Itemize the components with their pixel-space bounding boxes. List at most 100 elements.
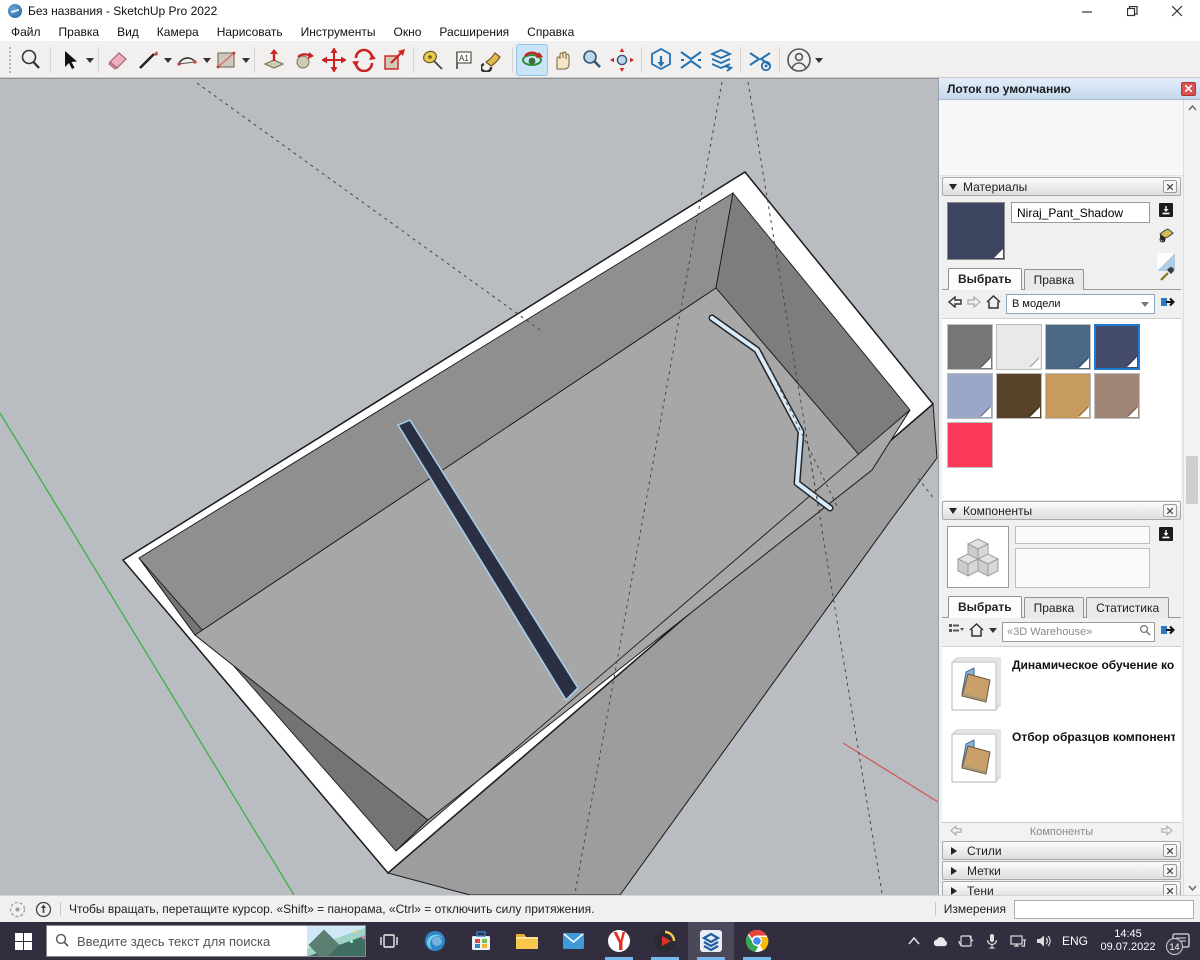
secondary-pane-icon[interactable] (1160, 623, 1175, 642)
menu-item-Окно[interactable]: Окно (384, 23, 430, 41)
back-icon[interactable] (948, 295, 962, 313)
material-swatch-5[interactable] (996, 373, 1042, 419)
hidden-icons-chevron[interactable] (906, 933, 923, 950)
tray-title-bar[interactable]: Лоток по умолчанию (939, 78, 1200, 100)
restore-button[interactable] (1110, 0, 1155, 22)
text-tool-icon[interactable]: A1 (448, 45, 478, 75)
secondary-pane-icon[interactable] (1160, 295, 1175, 314)
mail-icon[interactable] (550, 922, 596, 960)
close-button[interactable] (1155, 0, 1200, 22)
forward-icon[interactable] (967, 295, 981, 313)
material-preview-swatch[interactable] (947, 202, 1005, 260)
component-item-1[interactable]: Отбор образцов компонент... (944, 723, 1179, 795)
push-pull-tool-icon[interactable] (259, 45, 289, 75)
search-icon[interactable] (1136, 623, 1154, 641)
arc-dropdown-icon[interactable] (203, 58, 211, 67)
component-name-field[interactable] (1015, 526, 1150, 544)
rotate-tool-icon[interactable] (349, 45, 379, 75)
home-icon[interactable] (986, 295, 1001, 314)
material-swatch-4[interactable] (947, 373, 993, 419)
page-forward-icon[interactable] (1161, 825, 1173, 839)
menu-item-Инструменты[interactable]: Инструменты (292, 23, 385, 41)
rectangle-tool-icon[interactable] (211, 45, 241, 75)
scale-tool-icon[interactable] (379, 45, 409, 75)
toolbar-grip[interactable] (8, 47, 12, 73)
eraser-tool-icon[interactable] (103, 45, 133, 75)
material-swatch-6[interactable] (1045, 373, 1091, 419)
select-dropdown-icon[interactable] (86, 58, 94, 67)
sample-paint-eyedropper-icon[interactable] (1159, 266, 1175, 287)
section-close-button[interactable] (1163, 864, 1177, 877)
materials-collection-dropdown[interactable]: В модели (1006, 294, 1155, 314)
components-section-header[interactable]: Компоненты (942, 501, 1181, 520)
taskbar-search-box[interactable]: Введите здесь текст для поиска (46, 925, 366, 957)
components-search-input[interactable] (1003, 626, 1136, 638)
volume-icon[interactable] (1036, 933, 1053, 950)
menu-item-Расширения[interactable]: Расширения (430, 23, 518, 41)
tray-scrollbar[interactable] (1183, 100, 1200, 895)
account-dropdown-icon[interactable] (815, 58, 823, 67)
home-dropdown-icon[interactable] (989, 628, 997, 637)
minimize-button[interactable] (1065, 0, 1110, 22)
rectangle-dropdown-icon[interactable] (242, 58, 250, 67)
line-tool-icon[interactable] (133, 45, 163, 75)
action-center-button[interactable]: 14 (1168, 929, 1194, 953)
section-header-Тени[interactable]: Тени (942, 881, 1181, 895)
pan-tool-icon[interactable] (547, 45, 577, 75)
menu-item-Файл[interactable]: Файл (2, 23, 50, 41)
search-highlights-widget[interactable] (307, 926, 365, 956)
store-icon[interactable] (458, 922, 504, 960)
menu-item-Вид[interactable]: Вид (108, 23, 148, 41)
component-description-field[interactable] (1015, 548, 1150, 588)
home-icon[interactable] (969, 623, 984, 642)
file-explorer-icon[interactable] (504, 922, 550, 960)
start-button[interactable] (0, 922, 46, 960)
tray-close-button[interactable] (1181, 82, 1196, 96)
zoom-window-tool-icon[interactable] (16, 45, 46, 75)
material-swatch-3[interactable] (1094, 324, 1140, 370)
share-model-icon[interactable] (706, 45, 736, 75)
tape-measure-tool-icon[interactable] (418, 45, 448, 75)
components-tab-statistics[interactable]: Статистика (1086, 597, 1169, 618)
select-tool-icon[interactable] (55, 45, 85, 75)
language-indicator[interactable]: ENG (1062, 934, 1088, 948)
section-close-button[interactable] (1163, 844, 1177, 857)
menu-item-Правка[interactable]: Правка (50, 23, 109, 41)
material-swatch-0[interactable] (947, 324, 993, 370)
menu-item-Нарисовать[interactable]: Нарисовать (208, 23, 292, 41)
onedrive-icon[interactable] (932, 933, 949, 950)
menu-item-Камера[interactable]: Камера (148, 23, 208, 41)
microphone-icon[interactable] (984, 933, 1001, 950)
section-header-Стили[interactable]: Стили (942, 841, 1181, 860)
section-close-button[interactable] (1163, 884, 1177, 895)
materials-close-button[interactable] (1163, 180, 1177, 193)
material-swatch-1[interactable] (996, 324, 1042, 370)
materials-tab-select[interactable]: Выбрать (948, 268, 1022, 290)
material-swatch-2[interactable] (1045, 324, 1091, 370)
components-close-button[interactable] (1163, 504, 1177, 517)
tablet-mode-icon[interactable] (958, 933, 975, 950)
model-info-icon[interactable] (35, 901, 52, 918)
3d-viewport[interactable] (0, 78, 938, 895)
material-name-input[interactable] (1011, 202, 1150, 223)
orbit-tool-icon[interactable] (517, 45, 547, 75)
material-swatch-7[interactable] (1094, 373, 1140, 419)
extension-manager-icon[interactable] (745, 45, 775, 75)
arc-tool-icon[interactable] (172, 45, 202, 75)
extension-warehouse-icon[interactable] (676, 45, 706, 75)
line-dropdown-icon[interactable] (164, 58, 172, 67)
view-options-icon[interactable] (948, 623, 964, 642)
materials-section-header[interactable]: Материалы (942, 177, 1181, 196)
measurements-input[interactable] (1014, 900, 1194, 919)
materials-tab-edit[interactable]: Правка (1024, 269, 1085, 290)
components-tab-edit[interactable]: Правка (1024, 597, 1085, 618)
create-material-icon[interactable] (1158, 202, 1174, 223)
chrome-icon[interactable] (734, 922, 780, 960)
edge-icon[interactable] (412, 922, 458, 960)
zoom-tool-icon[interactable] (577, 45, 607, 75)
task-view-button[interactable] (366, 922, 412, 960)
sketchup-taskbar-icon[interactable] (688, 922, 734, 960)
geolocation-icon[interactable] (9, 901, 26, 918)
components-tab-select[interactable]: Выбрать (948, 596, 1022, 618)
taskbar-clock[interactable]: 14:45 09.07.2022 (1097, 928, 1159, 954)
